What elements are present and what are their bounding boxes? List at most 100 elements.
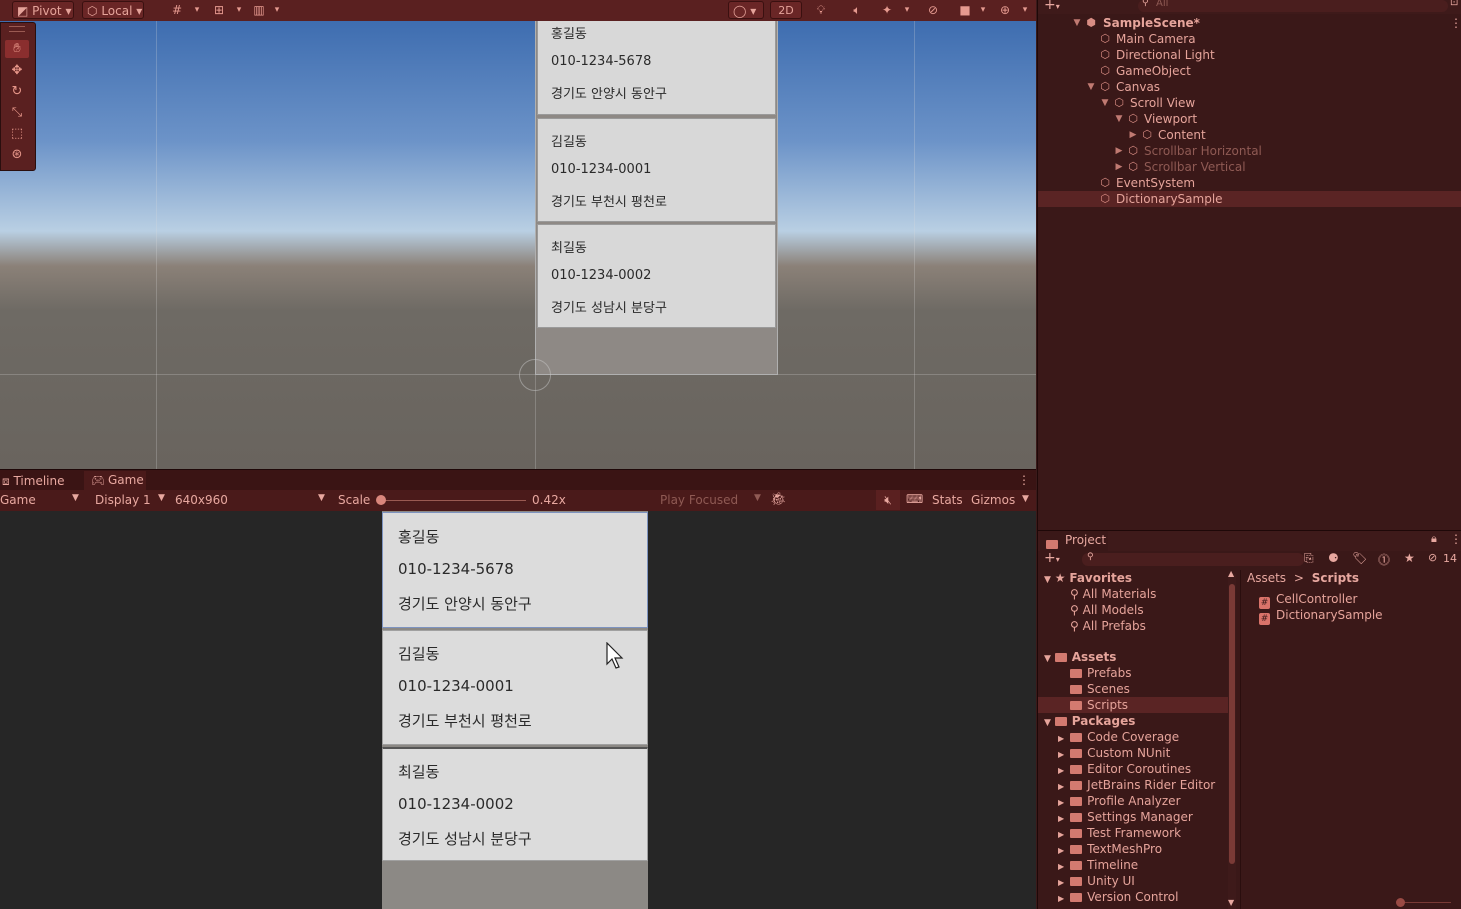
grid-snap-dropdown-icon[interactable]: ▾ xyxy=(188,2,206,18)
hierarchy-item-selected[interactable]: ⬡ DictionarySample xyxy=(1038,191,1461,207)
pivot-dropdown[interactable]: ◩ Pivot ▾ xyxy=(12,1,74,19)
collapse-arrow-icon[interactable]: ▶ xyxy=(1058,766,1064,775)
stats-button[interactable]: Stats xyxy=(932,493,963,507)
play-focused-select[interactable]: Play Focused ▼ xyxy=(656,492,766,508)
expand-arrow-icon[interactable]: ▼ xyxy=(1044,718,1051,728)
display-select[interactable]: Display 1 ▼ xyxy=(88,492,170,508)
collapse-arrow-icon[interactable]: ▶ xyxy=(1058,750,1064,759)
game-view[interactable]: 홍길동 010-1234-5678 경기도 안양시 동안구 김길동 010-12… xyxy=(0,511,1036,909)
search-by-type-icon[interactable]: ⎘ xyxy=(1304,551,1314,566)
favorite-item[interactable]: ⚲ All Materials xyxy=(1070,586,1156,602)
package-item[interactable]: ▶ TextMeshPro xyxy=(1058,841,1162,857)
hierarchy-item[interactable]: ⬡ Directional Light xyxy=(1038,47,1461,63)
hierarchy-item[interactable]: ⬡ EventSystem xyxy=(1038,175,1461,191)
collapse-arrow-icon[interactable]: ▶ xyxy=(1058,830,1064,839)
collapse-arrow-icon[interactable]: ▶ xyxy=(1058,798,1064,807)
collapse-arrow-icon[interactable]: ▶ xyxy=(1058,878,1064,887)
bug-icon[interactable]: 🐞︎ xyxy=(770,492,787,507)
draw-mode-dropdown[interactable]: ◯ ▾ xyxy=(728,1,764,19)
asset-folder[interactable]: Prefabs xyxy=(1070,665,1132,681)
package-item[interactable]: ▶ JetBrains Rider Editor xyxy=(1058,777,1215,793)
cell-card[interactable]: 홍길동 010-1234-5678 경기도 안양시 동안구 xyxy=(382,512,648,628)
hidden-objects-icon[interactable]: ⊘ xyxy=(924,2,942,18)
package-item[interactable]: ▶ Timeline xyxy=(1058,857,1138,873)
favorite-star-icon[interactable]: ★ xyxy=(1404,551,1415,565)
package-item[interactable]: ▶ Custom NUnit xyxy=(1058,745,1170,761)
asset-folder[interactable]: Scenes xyxy=(1070,681,1130,697)
collapse-arrow-icon[interactable]: ▶ xyxy=(1058,814,1064,823)
scale-slider-handle[interactable] xyxy=(376,495,386,505)
expand-arrow-icon[interactable]: ▼ xyxy=(1044,654,1051,664)
rect-tool-icon[interactable]: ⬚ xyxy=(5,125,29,143)
file-item[interactable]: # DictionarySample xyxy=(1259,607,1383,625)
collapse-arrow-icon[interactable]: ▶ xyxy=(1058,846,1064,855)
lighting-toggle-icon[interactable]: 💡︎ xyxy=(812,2,830,18)
view-select[interactable]: Game ▼ xyxy=(0,492,84,508)
asset-folder-selected[interactable]: Scripts xyxy=(1070,697,1128,713)
grid-snap-icon[interactable]: # xyxy=(168,2,186,18)
packages-header[interactable]: ▼ Packages xyxy=(1044,713,1135,729)
effects-toggle-icon[interactable]: ✦ xyxy=(878,2,896,18)
audio-toggle-icon[interactable]: 🔈︎ xyxy=(848,2,866,18)
pivot-gizmo-icon[interactable] xyxy=(519,359,551,391)
expand-arrow-icon[interactable]: ▼ xyxy=(1044,575,1051,585)
gizmos-toggle-icon[interactable]: ⊕ xyxy=(996,2,1014,18)
increment-snap-icon[interactable]: ▥ xyxy=(250,2,268,18)
expand-arrow-icon[interactable]: ▼ xyxy=(1086,79,1096,95)
search-options-icon[interactable]: ⊡ xyxy=(1450,0,1458,8)
error-icon[interactable]: ⓵ xyxy=(1378,551,1390,568)
mute-audio-icon[interactable]: 🔇︎ xyxy=(876,490,900,510)
gizmos-chevron-icon[interactable]: ▼ xyxy=(1022,494,1029,504)
hand-tool-icon[interactable]: ✋︎ xyxy=(5,40,29,58)
tree-scrollbar[interactable]: ▲ ▼ xyxy=(1228,569,1236,909)
hierarchy-item[interactable]: ▶ ⬡ Scrollbar Horizontal xyxy=(1038,143,1461,159)
collapse-arrow-icon[interactable]: ▶ xyxy=(1058,734,1064,743)
project-create-button[interactable]: +▾ xyxy=(1044,550,1060,566)
hierarchy-item[interactable]: ▼ ⬡ Scroll View xyxy=(1038,95,1461,111)
favorite-item[interactable]: ⚲ All Models xyxy=(1070,602,1144,618)
assets-header[interactable]: ▼ Assets xyxy=(1044,649,1116,665)
tab-project[interactable]: Project xyxy=(1040,531,1108,551)
resolution-select[interactable]: 640x960 ▼ xyxy=(170,492,330,508)
gizmos-dropdown-icon[interactable]: ▾ xyxy=(1016,2,1034,18)
move-tool-icon[interactable]: ✥ xyxy=(5,62,29,80)
package-item[interactable]: ▶ Settings Manager xyxy=(1058,809,1193,825)
package-item[interactable]: ▶ Version Control xyxy=(1058,889,1178,905)
collapse-arrow-icon[interactable]: ▶ xyxy=(1114,143,1124,159)
favorites-header[interactable]: ▼ ★ Favorites xyxy=(1044,570,1132,586)
scale-tool-icon[interactable]: ⤡ xyxy=(5,104,29,122)
package-item[interactable]: ▶ Test Framework xyxy=(1058,825,1181,841)
hierarchy-item[interactable]: ⬡ Main Camera xyxy=(1038,31,1461,47)
scene-menu-icon[interactable]: ⋮ xyxy=(1450,15,1461,31)
icon-size-slider-handle[interactable] xyxy=(1396,898,1405,907)
scene-view[interactable]: 홍길동 010-1234-5678 경기도 안양시 동안구 김길동 010-12… xyxy=(0,21,1036,469)
package-item[interactable]: ▶ Editor Coroutines xyxy=(1058,761,1191,777)
hierarchy-item[interactable]: ▶ ⬡ Scrollbar Vertical xyxy=(1038,159,1461,175)
effects-dropdown-icon[interactable]: ▾ xyxy=(898,2,916,18)
package-item[interactable]: ▶ Code Coverage xyxy=(1058,729,1179,745)
collapse-arrow-icon[interactable]: ▶ xyxy=(1058,894,1064,903)
collapse-arrow-icon[interactable]: ▶ xyxy=(1114,159,1124,175)
lock-icon[interactable]: 🔒︎ xyxy=(1431,532,1437,546)
camera-dropdown-icon[interactable]: ▾ xyxy=(974,2,992,18)
tab-game[interactable]: 🎮︎ Game xyxy=(84,471,146,491)
scroll-up-icon[interactable]: ▲ xyxy=(1228,569,1234,578)
grid-visibility-dropdown-icon[interactable]: ▾ xyxy=(230,2,248,18)
scroll-down-icon[interactable]: ▼ xyxy=(1228,898,1234,907)
create-button[interactable]: +▾ xyxy=(1044,0,1060,13)
search-by-label-icon[interactable]: ⚈ xyxy=(1328,551,1339,565)
scale-slider[interactable] xyxy=(380,500,526,501)
hierarchy-item[interactable]: ⬡ GameObject xyxy=(1038,63,1461,79)
favorite-item[interactable]: ⚲ All Prefabs xyxy=(1070,618,1146,634)
hierarchy-item[interactable]: ▼ ⬡ Canvas xyxy=(1038,79,1461,95)
hierarchy-scene-row[interactable]: ▼ ⬢ SampleScene* ⋮ xyxy=(1038,15,1461,31)
grid-visibility-icon[interactable]: ⊞ xyxy=(210,2,228,18)
package-item[interactable]: ▶ Profile Analyzer xyxy=(1058,793,1181,809)
2d-toggle[interactable]: 2D xyxy=(770,1,802,19)
collapse-arrow-icon[interactable]: ▶ xyxy=(1058,782,1064,791)
camera-settings-icon[interactable]: ■ xyxy=(956,2,974,18)
increment-snap-dropdown-icon[interactable]: ▾ xyxy=(268,2,286,18)
tab-timeline[interactable]: ⧈ Timeline xyxy=(2,473,65,489)
hierarchy-item[interactable]: ▶ ⬡ Content xyxy=(1038,127,1461,143)
hidden-packages-icon[interactable]: ⊘ xyxy=(1428,551,1437,564)
